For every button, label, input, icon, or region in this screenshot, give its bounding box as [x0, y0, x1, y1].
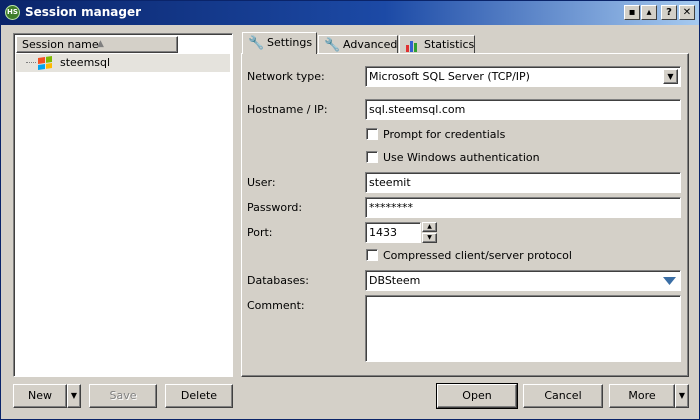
password-input[interactable]: ******** — [365, 197, 681, 218]
network-type-select[interactable]: Microsoft SQL Server (TCP/IP) ▼ — [365, 66, 681, 87]
window-title: Session manager — [25, 5, 142, 19]
databases-combo[interactable]: DBSteem — [365, 270, 681, 291]
windows-auth-label: Use Windows authentication — [383, 151, 540, 164]
hostname-input[interactable]: sql.steemsql.com — [365, 99, 681, 120]
databases-value: DBSteem — [369, 274, 421, 287]
windows-logo-icon — [38, 56, 52, 70]
chevron-down-icon: ▼ — [678, 391, 686, 400]
bar-chart-icon — [406, 41, 417, 52]
port-label: Port: — [247, 226, 273, 239]
session-label: steemsql — [60, 56, 111, 69]
sort-ascending-icon: ▲ — [97, 39, 104, 49]
save-button[interactable]: Save — [89, 384, 157, 408]
delete-button[interactable]: Delete — [165, 384, 233, 408]
tree-connector — [26, 62, 36, 63]
compressed-protocol-checkbox[interactable] — [366, 249, 378, 261]
databases-label: Databases: — [247, 274, 309, 287]
column-header-session-name[interactable]: Session name ▲ — [16, 36, 178, 53]
session-list[interactable]: Session name ▲ steemsql — [13, 33, 233, 377]
more-button[interactable]: More — [609, 384, 675, 408]
more-dropdown-button[interactable]: ▼ — [675, 384, 689, 408]
prompt-credentials-label: Prompt for credentials — [383, 128, 506, 141]
spin-down-icon[interactable]: ▼ — [422, 233, 437, 243]
tab-label: Advanced — [343, 38, 398, 51]
hostname-label: Hostname / IP: — [247, 103, 328, 116]
tab-advanced[interactable]: 🔧 Advanced — [318, 35, 398, 54]
tab-label: Statistics — [424, 38, 475, 51]
column-header-label: Session name — [22, 38, 99, 51]
tab-statistics[interactable]: Statistics — [399, 35, 475, 54]
network-type-value: Microsoft SQL Server (TCP/IP) — [369, 70, 530, 83]
comment-label: Comment: — [247, 299, 305, 312]
tab-label: Settings — [267, 36, 313, 49]
user-label: User: — [247, 176, 276, 189]
chevron-down-icon[interactable] — [663, 277, 676, 285]
user-input[interactable]: steemit — [365, 172, 681, 193]
open-button[interactable]: Open — [436, 383, 518, 409]
help-button[interactable]: ? — [661, 5, 677, 20]
windows-auth-checkbox[interactable] — [366, 151, 378, 163]
close-button[interactable]: ✕ — [679, 5, 695, 20]
port-input[interactable]: 1433 — [365, 222, 421, 243]
list-item[interactable]: steemsql — [16, 54, 230, 72]
wrench-icon: 🔧 — [248, 36, 265, 51]
restore-icon[interactable]: ▪ — [624, 5, 640, 20]
chevron-down-icon: ▼ — [70, 391, 78, 400]
new-dropdown-button[interactable]: ▼ — [67, 384, 81, 408]
wrench-icon: 🔧 — [324, 38, 341, 53]
new-button[interactable]: New — [13, 384, 67, 408]
app-logo-icon: HS — [5, 5, 20, 20]
chevron-down-icon[interactable]: ▼ — [663, 69, 678, 84]
compressed-protocol-label: Compressed client/server protocol — [383, 249, 572, 262]
title-bar[interactable]: HS Session manager ▪ ▴ ? ✕ — [1, 1, 699, 25]
spin-up-icon[interactable]: ▲ — [422, 222, 437, 232]
session-manager-window: HS Session manager ▪ ▴ ? ✕ Session name … — [0, 0, 700, 420]
comment-textarea[interactable] — [365, 295, 681, 362]
prompt-credentials-checkbox[interactable] — [366, 128, 378, 140]
tab-settings[interactable]: 🔧 Settings — [242, 32, 317, 54]
resize-icon[interactable]: ▴ — [641, 5, 657, 20]
password-label: Password: — [247, 201, 303, 214]
cancel-button[interactable]: Cancel — [523, 384, 603, 408]
network-type-label: Network type: — [247, 70, 325, 83]
